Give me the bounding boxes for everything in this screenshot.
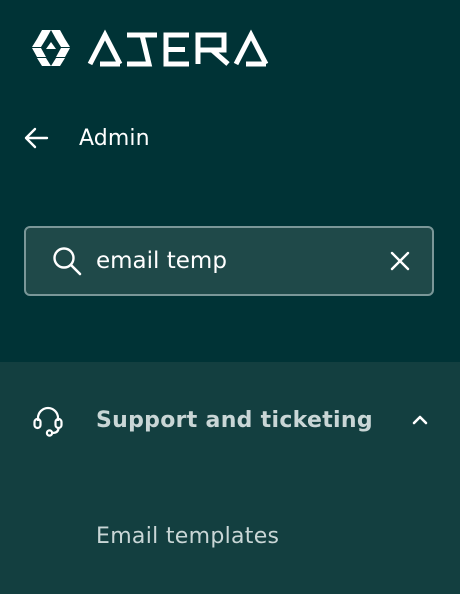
admin-sidebar: Admin email temp Support and ticketing E… [0, 0, 460, 594]
atera-logo[interactable] [30, 26, 284, 70]
chevron-up-icon[interactable] [408, 408, 432, 432]
headset-icon [30, 402, 66, 438]
search-results-panel: Support and ticketing Email templates [0, 362, 460, 594]
arrow-left-icon[interactable] [22, 124, 50, 152]
search-input[interactable] [96, 241, 389, 281]
back-to-admin[interactable]: Admin [22, 116, 150, 160]
search-icon [52, 245, 82, 277]
menu-item-email-templates[interactable]: Email templates [96, 516, 279, 556]
close-icon[interactable] [389, 247, 411, 275]
admin-title: Admin [79, 125, 150, 151]
menu-group-label: Support and ticketing [96, 407, 373, 433]
menu-group-support-and-ticketing[interactable]: Support and ticketing [0, 390, 460, 450]
menu-item-label: Email templates [96, 523, 280, 549]
settings-search [24, 226, 434, 296]
atera-logo-icon [32, 29, 269, 67]
